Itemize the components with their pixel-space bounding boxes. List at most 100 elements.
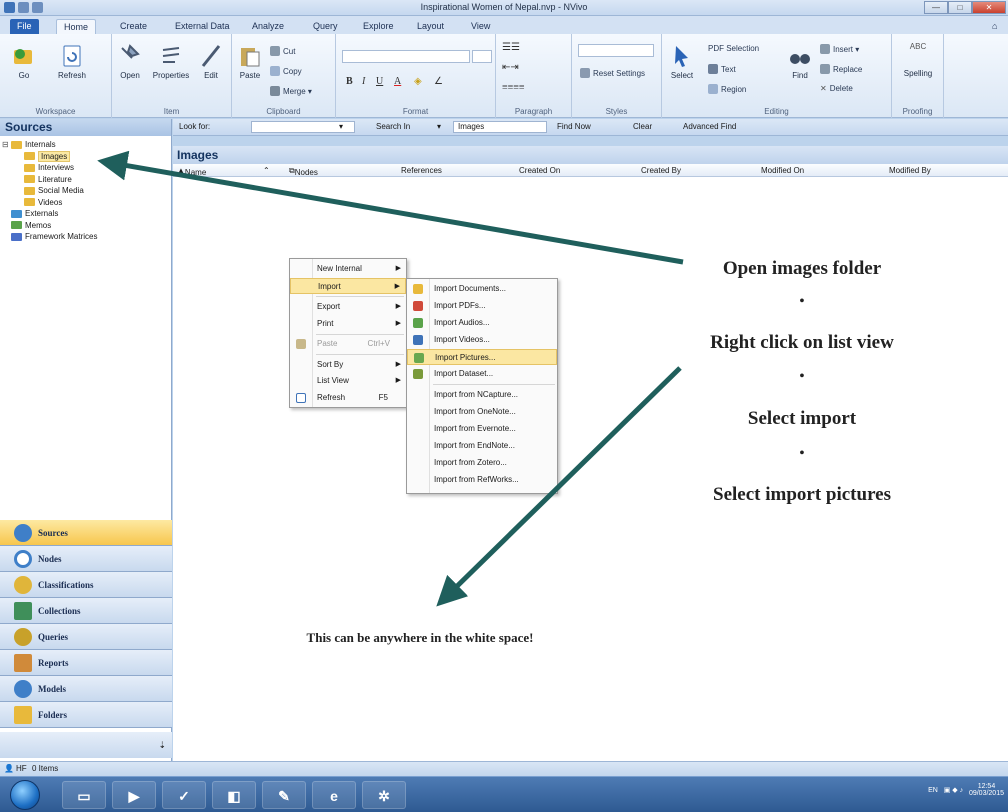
menu-item-import-videos[interactable]: Import Videos... [407, 332, 557, 348]
menu-item-print[interactable]: Print ▶ [290, 316, 406, 332]
column-header-references[interactable]: References [401, 166, 442, 175]
help-icon[interactable]: ⌂ [985, 19, 1004, 34]
spelling-button[interactable]: ABC Spelling [900, 42, 936, 78]
region-button[interactable]: Region [708, 84, 746, 94]
replace-button[interactable]: Replace [820, 64, 862, 74]
column-header-created-by[interactable]: Created By [641, 166, 681, 175]
insert-button[interactable]: Insert ▾ [820, 44, 859, 54]
find-now-button[interactable]: Find Now [557, 122, 591, 131]
menu-item-import-evernote[interactable]: Import from Evernote... [407, 421, 557, 437]
tab-home[interactable]: Home [56, 19, 97, 34]
media-player-icon[interactable]: ▶ [112, 781, 156, 809]
go-button[interactable]: Go [10, 44, 38, 80]
highlight-icon[interactable]: ◈ [414, 76, 422, 87]
nav-nodes[interactable]: Nodes [0, 546, 172, 572]
tree-item-social-media[interactable]: Social Media [2, 185, 169, 197]
tree-item-interviews[interactable]: Interviews [2, 162, 169, 174]
menu-item-import-onenote[interactable]: Import from OneNote... [407, 404, 557, 420]
column-header-created-on[interactable]: Created On [519, 166, 560, 175]
select-button[interactable]: Select [668, 44, 696, 80]
advanced-find-button[interactable]: Advanced Find [683, 122, 736, 131]
clock-date[interactable]: 09/03/2015 [969, 790, 1004, 797]
tree-item-images[interactable]: Images [2, 150, 169, 163]
column-header-modified-by[interactable]: Modified By [889, 166, 931, 175]
tree-item-framework-matrices[interactable]: Framework Matrices [2, 231, 169, 243]
merge-button[interactable]: Merge ▾ [270, 86, 312, 96]
refresh-button[interactable]: Refresh [52, 44, 92, 80]
explorer-icon[interactable]: ▭ [62, 781, 106, 809]
maximize-button[interactable]: □ [948, 1, 972, 14]
close-button[interactable]: ✕ [972, 1, 1006, 14]
look-for-dropdown-icon[interactable]: ▾ [339, 122, 343, 131]
nav-classifications[interactable]: Classifications [0, 572, 172, 598]
outlook-icon[interactable]: ◧ [212, 781, 256, 809]
cut-button[interactable]: Cut [270, 46, 295, 56]
align-icon[interactable]: ≡≡≡≡ [502, 82, 525, 93]
tab-view[interactable]: View [464, 19, 497, 34]
font-color-button[interactable]: A [394, 76, 401, 87]
menu-item-import-zotero[interactable]: Import from Zotero... [407, 455, 557, 471]
tree-item-internals[interactable]: ⊟ Internals [2, 139, 169, 151]
tab-create[interactable]: Create [113, 19, 154, 34]
nav-sources[interactable]: Sources [0, 520, 172, 546]
minimize-button[interactable]: — [924, 1, 948, 14]
menu-item-import-dataset[interactable]: Import Dataset... [407, 366, 557, 382]
tab-file[interactable]: File [10, 19, 39, 34]
paste-button[interactable]: Paste [236, 44, 264, 80]
tab-explore[interactable]: Explore [356, 19, 401, 34]
menu-item-import-pdfs[interactable]: Import PDFs... [407, 298, 557, 314]
clear-button[interactable]: Clear [633, 122, 652, 131]
underline-button[interactable]: U [376, 76, 383, 87]
tab-external-data[interactable]: External Data [168, 19, 237, 34]
search-in-button[interactable]: Search In [376, 122, 410, 131]
copy-button[interactable]: Copy [270, 66, 302, 76]
nvivo-icon[interactable]: ✓ [162, 781, 206, 809]
clear-format-icon[interactable]: ∠ [434, 76, 443, 87]
pdf-selection-button[interactable]: PDF Selection [708, 44, 759, 53]
edit-button[interactable]: Edit [196, 44, 226, 80]
column-header-nodes[interactable]: ⧉ Nodes [289, 166, 318, 177]
find-button[interactable]: Find [786, 44, 814, 80]
clock-time[interactable]: 12:54 [969, 783, 1004, 790]
menu-item-import-documents[interactable]: Import Documents... [407, 281, 557, 297]
menu-item-sort-by[interactable]: Sort By ▶ [290, 357, 406, 373]
internet-explorer-icon[interactable]: e [312, 781, 356, 809]
open-button[interactable]: Open [112, 44, 148, 80]
style-combo[interactable] [578, 44, 654, 57]
tree-item-externals[interactable]: Externals [2, 208, 169, 220]
search-in-input[interactable]: Images [453, 121, 547, 133]
network-icon[interactable]: ✲ [362, 781, 406, 809]
menu-item-refresh[interactable]: Refresh F5 [290, 390, 406, 406]
column-header-name[interactable]: ▲ Name [177, 166, 206, 177]
tab-query[interactable]: Query [306, 19, 345, 34]
delete-button[interactable]: ✕ Delete [820, 84, 853, 93]
tab-layout[interactable]: Layout [410, 19, 451, 34]
font-name-combo[interactable] [342, 50, 470, 63]
search-in-dropdown-icon[interactable]: ▾ [437, 122, 441, 131]
tree-item-memos[interactable]: Memos [2, 220, 169, 232]
nav-folders[interactable]: Folders [0, 702, 172, 728]
tree-item-videos[interactable]: Videos [2, 197, 169, 209]
menu-item-export[interactable]: Export ▶ [290, 299, 406, 315]
font-size-combo[interactable] [472, 50, 492, 63]
menu-item-import-audios[interactable]: Import Audios... [407, 315, 557, 331]
start-button[interactable] [10, 780, 40, 810]
tree-item-literature[interactable]: Literature [2, 174, 169, 186]
menu-item-new-internal[interactable]: New Internal ▶ [290, 261, 406, 277]
menu-item-import-endnote[interactable]: Import from EndNote... [407, 438, 557, 454]
bold-button[interactable]: B [346, 76, 353, 87]
menu-item-import-pictures[interactable]: Import Pictures... [407, 349, 557, 365]
nav-more-button[interactable]: ⇣ [0, 732, 172, 758]
indent-icon[interactable]: ⇤⇥ [502, 62, 519, 73]
tray-icons[interactable]: ▣ ◆ ♪ [944, 787, 963, 794]
nav-collections[interactable]: Collections [0, 598, 172, 624]
nav-queries[interactable]: Queries [0, 624, 172, 650]
bullets-icon[interactable]: ☰☰ [502, 42, 520, 53]
menu-item-import-refworks[interactable]: Import from RefWorks... [407, 472, 557, 488]
nav-models[interactable]: Models [0, 676, 172, 702]
text-button[interactable]: Text [708, 64, 736, 74]
nav-reports[interactable]: Reports [0, 650, 172, 676]
column-header-modified-on[interactable]: Modified On [761, 166, 804, 175]
italic-button[interactable]: I [362, 76, 365, 87]
language-indicator[interactable]: EN [928, 787, 938, 794]
